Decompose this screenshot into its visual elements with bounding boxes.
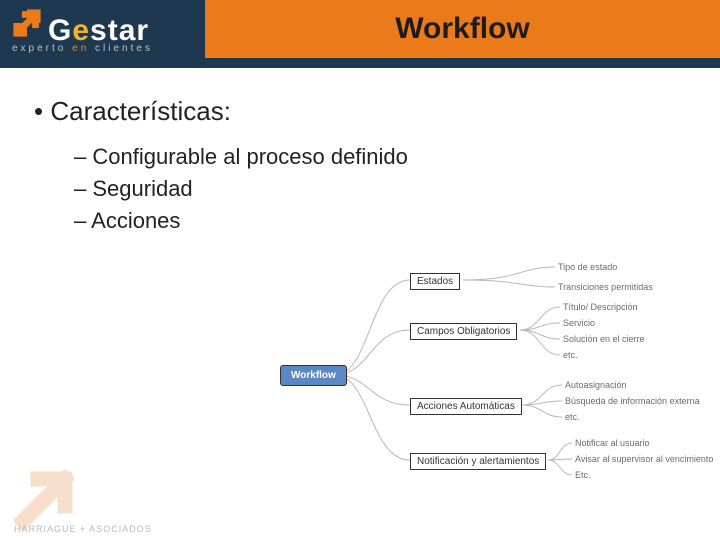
- brand-tagline: experto en clientes: [12, 43, 153, 54]
- diagram-leaf: Notificar al usuario: [575, 438, 650, 448]
- diagram-leaf: Búsqueda de información externa: [565, 396, 700, 406]
- arrow-icon: [10, 6, 44, 40]
- diagram-leaf: Servicio: [563, 318, 595, 328]
- list-item: Seguridad: [74, 173, 686, 205]
- diagram-branch: Acciones Automáticas: [410, 398, 522, 415]
- footer-text: HARRIAGUE + ASOCIADOS: [14, 524, 152, 534]
- diagram-root: Workflow: [280, 365, 347, 386]
- diagram-leaf: Avisar al supervisor al vencimiento: [575, 454, 713, 464]
- bullet-list: Configurable al proceso definido Segurid…: [74, 141, 686, 237]
- workflow-diagram: Workflow Estados Campos Obligatorios Acc…: [280, 265, 710, 485]
- list-item: Acciones: [74, 205, 686, 237]
- diagram-branch: Notificación y alertamientos: [410, 453, 546, 470]
- diagram-leaf: Etc.: [575, 470, 591, 480]
- slide-title: Workflow: [205, 0, 720, 58]
- diagram-branch: Estados: [410, 273, 460, 290]
- section-heading: Características:: [34, 96, 686, 127]
- diagram-leaf: Solución en el cierre: [563, 334, 645, 344]
- slide-header: Gestar experto en clientes Workflow: [0, 0, 720, 68]
- diagram-leaf: Transiciones permitidas: [558, 282, 653, 292]
- diagram-leaf: Título/ Descripción: [563, 302, 638, 312]
- brand-logo: Gestar: [10, 6, 149, 48]
- diagram-branch: Campos Obligatorios: [410, 323, 517, 340]
- slide-content: Características: Configurable al proceso…: [0, 68, 720, 237]
- list-item: Configurable al proceso definido: [74, 141, 686, 173]
- footer-arrow-icon: [14, 470, 74, 530]
- brand-logo-block: Gestar experto en clientes: [0, 0, 205, 58]
- diagram-leaf: etc.: [563, 350, 578, 360]
- diagram-leaf: Tipo de estado: [558, 262, 617, 272]
- diagram-leaf: etc.: [565, 412, 580, 422]
- diagram-leaf: Autoasignación: [565, 380, 627, 390]
